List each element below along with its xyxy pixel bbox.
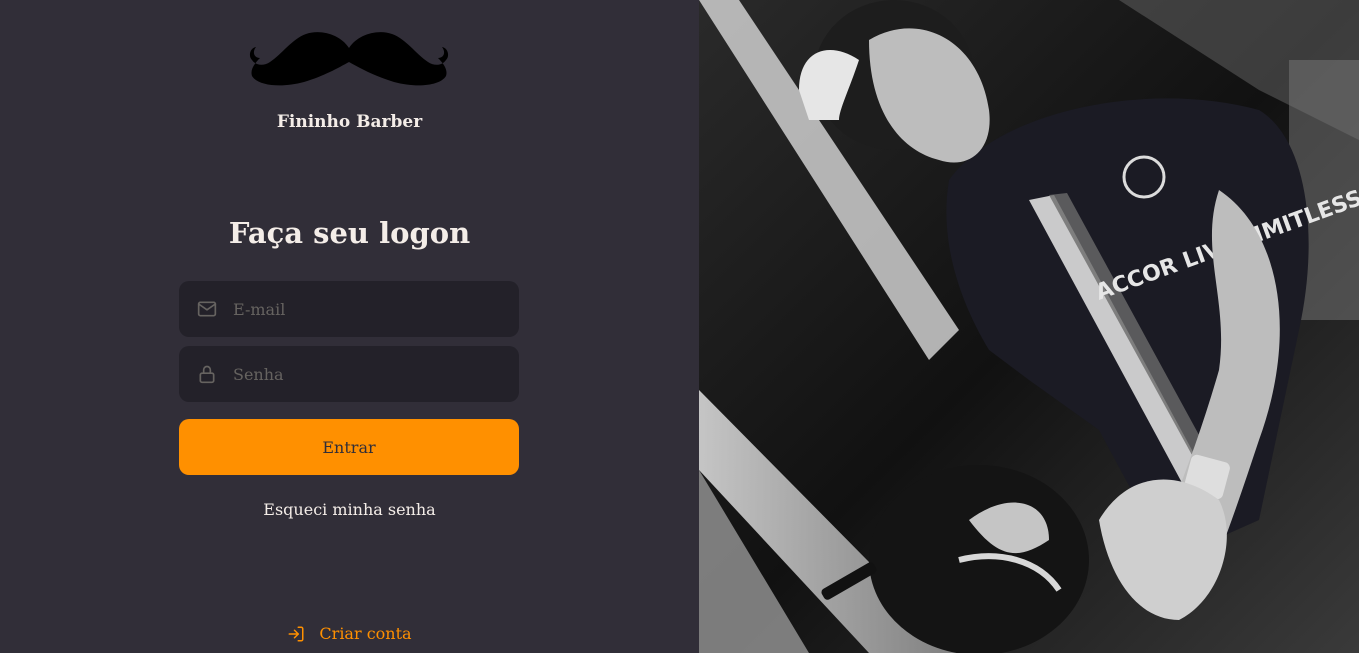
mustache-icon <box>249 32 449 86</box>
submit-button[interactable]: Entrar <box>179 419 519 475</box>
barber-photo: ACCOR LIVE LIMITLESS <box>699 0 1359 653</box>
mail-icon <box>197 299 217 319</box>
create-account-row: Criar conta <box>0 624 699 643</box>
forgot-password-link[interactable]: Esqueci minha senha <box>263 500 435 519</box>
password-field-container[interactable] <box>179 346 519 402</box>
login-page: Fininho Barber Faça seu logon Entrar <box>0 0 1359 653</box>
email-field-container[interactable] <box>179 281 519 337</box>
password-input[interactable] <box>233 346 519 402</box>
brand-name: Fininho Barber <box>276 112 423 132</box>
email-input[interactable] <box>233 281 519 337</box>
lock-icon <box>197 364 217 384</box>
create-account-label: Criar conta <box>319 624 412 643</box>
hero-photo: ACCOR LIVE LIMITLESS <box>699 0 1359 653</box>
log-in-icon <box>287 625 305 643</box>
create-account-link[interactable]: Criar conta <box>287 624 412 643</box>
forgot-password-row: Esqueci minha senha <box>0 500 699 519</box>
page-title: Faça seu logon <box>228 216 471 250</box>
login-panel: Fininho Barber Faça seu logon Entrar <box>0 0 699 653</box>
